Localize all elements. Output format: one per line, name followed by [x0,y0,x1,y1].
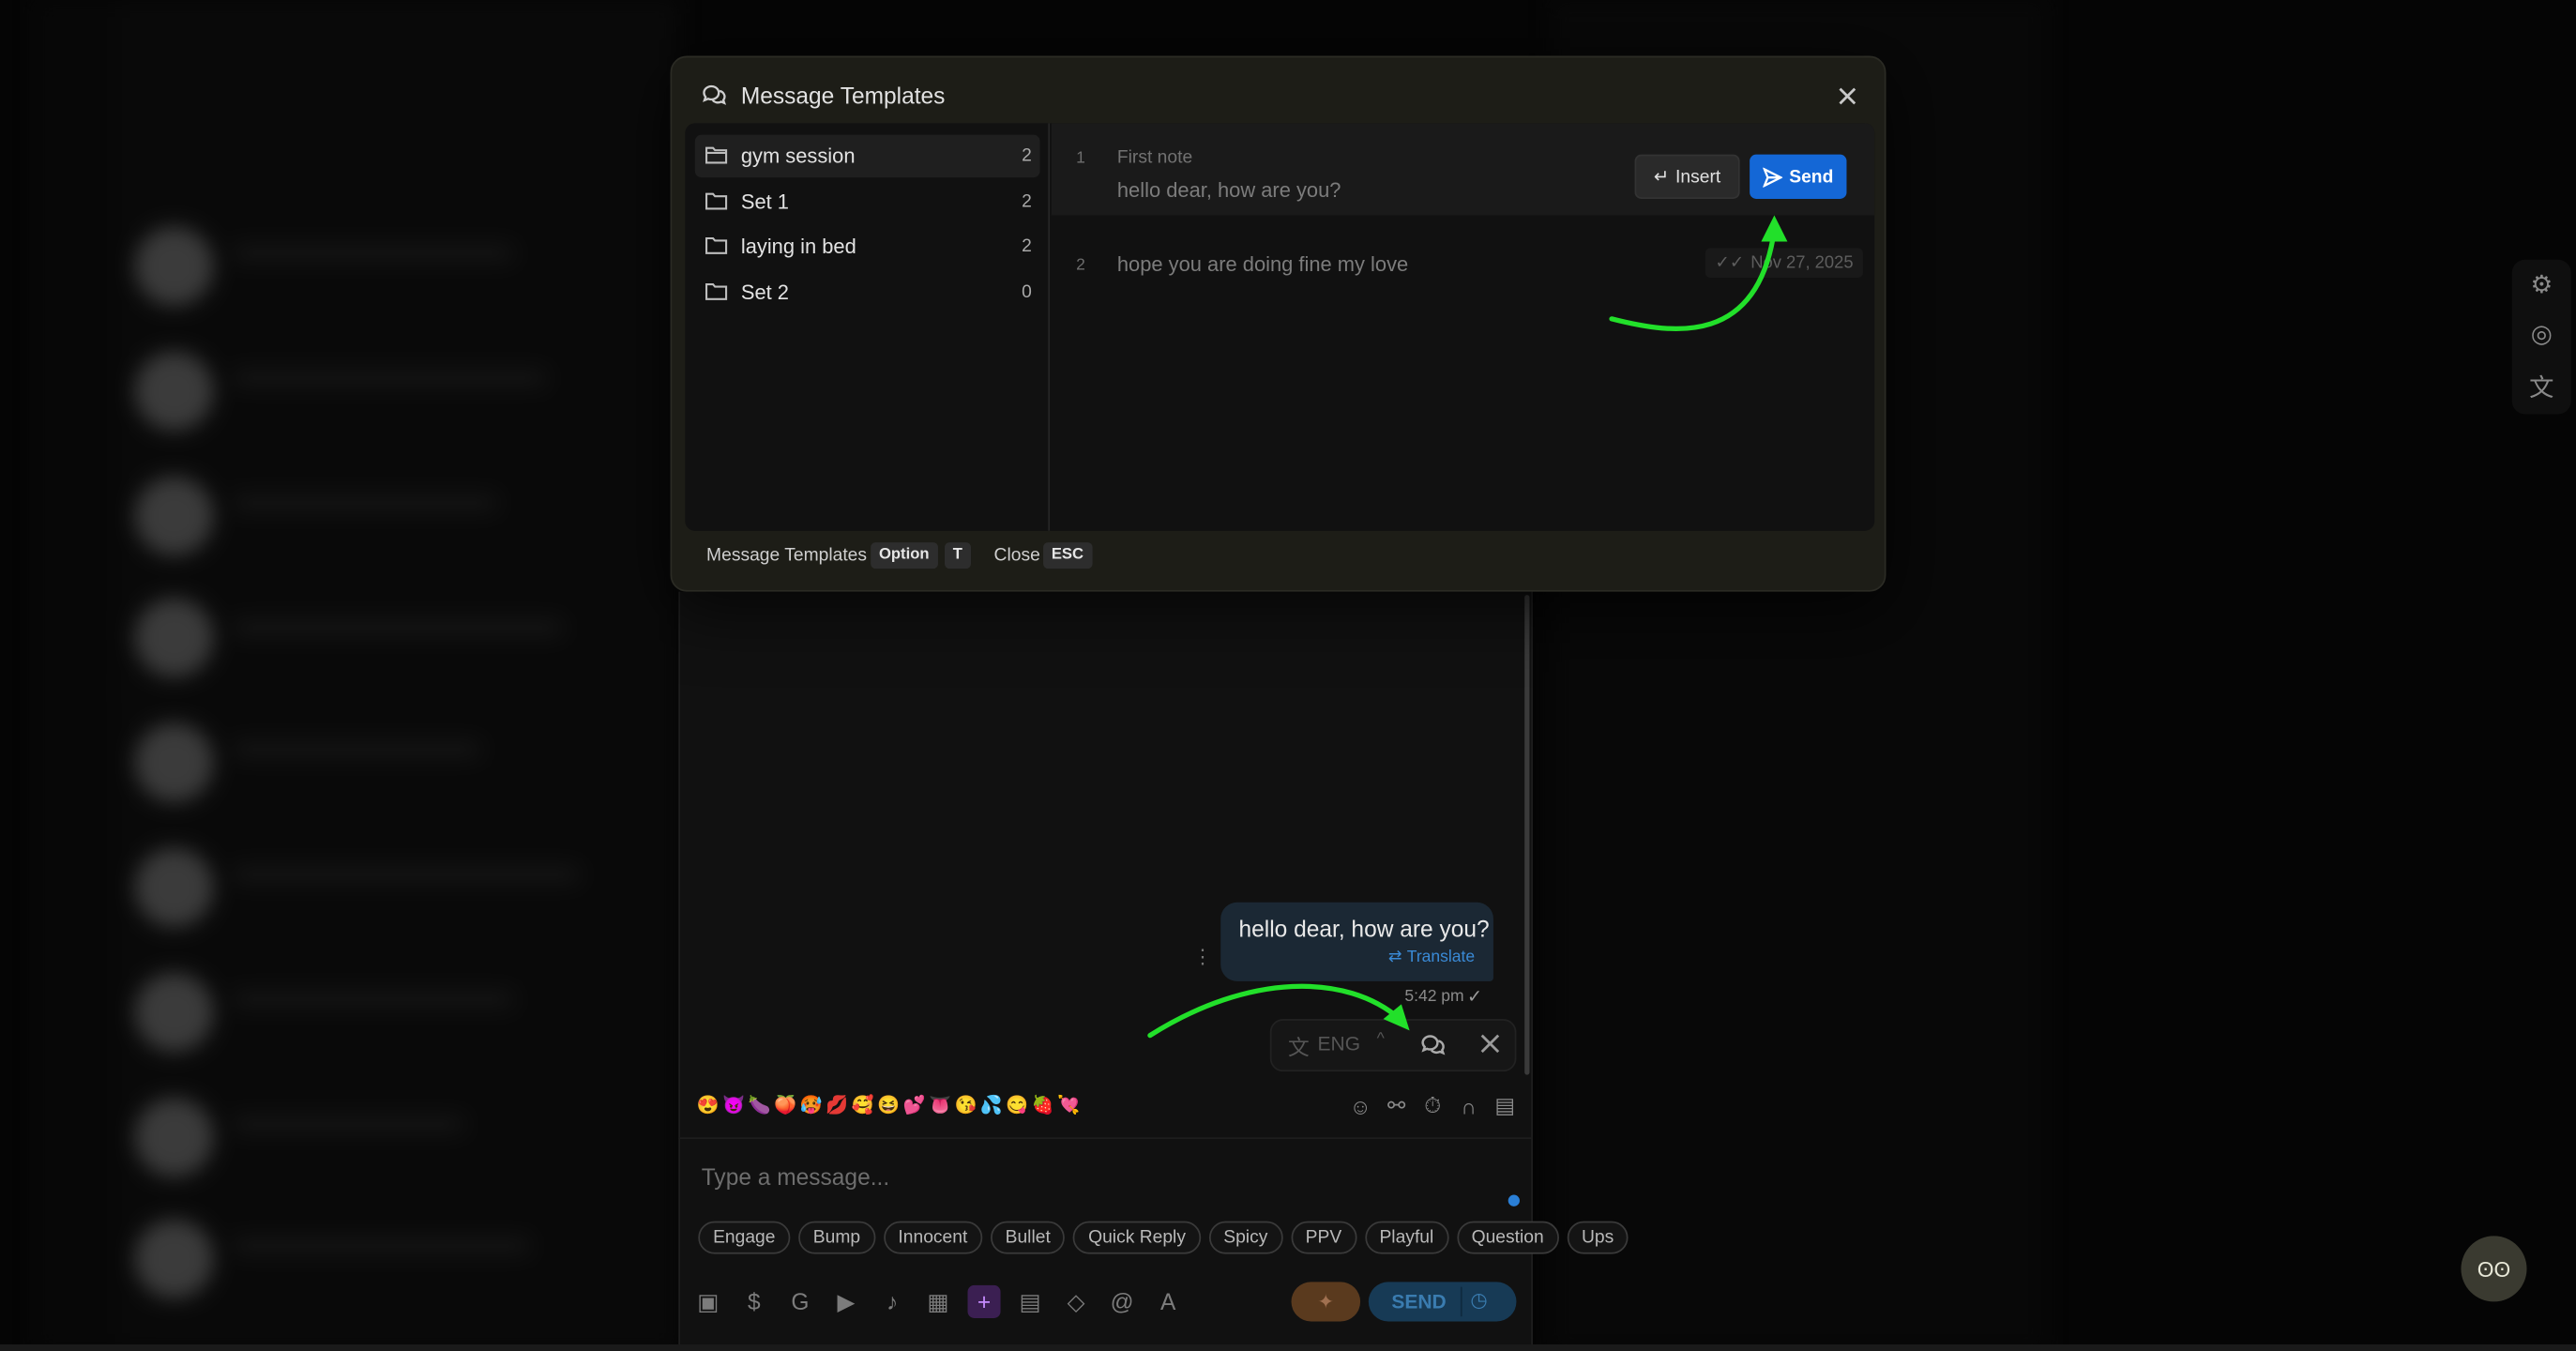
translate-link[interactable]: ⇄ Translate [1388,949,1475,966]
folder-count: 2 [1022,236,1032,257]
eye-off-icon[interactable]: ◎ [2531,320,2553,349]
chip-engage[interactable]: Engage [698,1221,791,1254]
modal-title: Message Templates [740,82,946,109]
chip-playful[interactable]: Playful [1364,1221,1449,1254]
schedule-icon[interactable]: ◷ [1470,1288,1487,1312]
send-divider [1460,1286,1462,1317]
language-value[interactable]: ENG [1318,1032,1361,1055]
folder-item-set-2[interactable]: Set 2 0 [695,271,1040,314]
calendar-icon[interactable]: ▤ [1014,1285,1047,1318]
template-list: 1 First note hello dear, how are you? ↵ … [1051,123,1875,530]
folder-name: laying in bed [740,235,856,259]
share-icon[interactable]: ⚯ [1384,1093,1410,1119]
close-icon[interactable] [1476,1029,1506,1059]
double-check-icon: ✓✓ [1715,252,1745,273]
chip-bullet[interactable]: Bullet [990,1221,1066,1254]
chip-spicy[interactable]: Spicy [1208,1221,1283,1254]
folder-list: gym session 2 Set 1 2 laying in bed 2 Se… [685,123,1051,531]
modal-body: gym session 2 Set 1 2 laying in bed 2 Se… [685,123,1875,531]
template-date-text: Nov 27, 2025 [1750,252,1854,273]
shortcut-key-t: T [944,542,971,569]
text-format-icon[interactable]: A [1152,1285,1185,1318]
folder-count: 0 [1022,282,1032,303]
gif-icon[interactable]: G [783,1285,816,1318]
message-menu-icon[interactable]: ⋮ [1192,945,1212,968]
folder-count: 2 [1022,191,1032,212]
notes-icon[interactable]: ▤ [1492,1093,1518,1119]
message-templates-icon[interactable] [1417,1029,1449,1062]
folder-icon [705,192,728,210]
headset-icon[interactable]: ∩ [1456,1093,1482,1119]
translate-icon: ⇄ [1387,948,1402,967]
template-date: ✓✓ Nov 27, 2025 [1705,248,1864,279]
translate-tool-icon[interactable]: 文 [2529,370,2553,404]
chip-bump[interactable]: Bump [798,1221,875,1254]
side-toolbar: ⚙ ◎ 文 [2511,259,2571,415]
microphone-icon[interactable]: ♪ [875,1285,908,1318]
send-icon [1763,166,1783,187]
video-icon[interactable]: ▶ [829,1285,862,1318]
message-templates-icon [703,84,727,105]
template-item-1[interactable]: 1 First note hello dear, how are you? ↵ … [1051,123,1875,216]
template-text: hello dear, how are you? [1116,178,1341,203]
modal-close-icon[interactable] [1832,81,1862,111]
folder-icon [705,236,728,254]
insert-label: Insert [1675,166,1721,187]
folder-item-gym-session[interactable]: gym session 2 [694,134,1040,178]
chip-ppv[interactable]: PPV [1290,1221,1356,1254]
folder-item-laying-in-bed[interactable]: laying in bed 2 [695,225,1040,268]
message-templates-modal: Message Templates gym session 2 Set 1 2 … [670,55,1887,592]
template-text: hope you are doing fine my love [1116,252,1409,277]
folder-icon [705,283,728,300]
mention-icon[interactable]: @ [1106,1285,1139,1318]
read-check-icon: ✓ [1466,987,1483,1008]
attachment-toolbar: ▣ $ G ▶ ♪ ▦ + ▤ ◇ @ A [691,1284,1185,1318]
chip-innocent[interactable]: Innocent [883,1221,983,1254]
send-template-button[interactable]: Send [1750,154,1847,199]
shortcut-close-label: Close [993,545,1040,566]
send-label: Send [1789,166,1834,187]
translate-label: Translate [1406,948,1476,967]
message-time: 5:42 pm [1404,987,1464,1007]
assistant-avatar[interactable]: ʘʘ [2461,1236,2527,1302]
shortcut-key-option: Option [871,542,938,569]
quick-reply-chips: Engage Bump Innocent Bullet Quick Reply … [698,1221,1629,1254]
modal-footer: Message Templates Option T Close ESC [672,538,1887,587]
timer-icon[interactable]: ⏱ [1419,1093,1446,1119]
return-icon: ↵ [1653,167,1670,188]
emoji-icon[interactable]: ☺ [1347,1093,1373,1119]
gear-icon[interactable]: ⚙ [2530,270,2553,299]
chip-quick-reply[interactable]: Quick Reply [1073,1221,1201,1254]
folder-open-icon [705,146,728,164]
shortcut-key-esc: ESC [1043,542,1092,569]
template-index: 1 [1076,149,1085,168]
image-icon[interactable]: ▣ [691,1285,724,1318]
folder-item-set-1[interactable]: Set 1 2 [695,181,1040,224]
vault-icon[interactable]: ▦ [921,1285,954,1318]
chat-scrollbar[interactable] [1524,595,1530,1075]
folder-count: 2 [1022,145,1032,166]
template-index: 2 [1076,256,1085,275]
insert-button[interactable]: ↵ Insert [1634,154,1740,199]
status-dot [1508,1194,1520,1207]
tag-icon[interactable]: ◇ [1060,1285,1093,1318]
message-input-placeholder: Type a message... [701,1163,890,1191]
ai-assist-button[interactable]: ✦ [1291,1282,1361,1322]
folder-name: Set 1 [740,190,789,214]
quick-emoji-row[interactable]: 😍😈🍆🍑🥵💋🥰😆💕👅😘💦😋🍓💘 [697,1095,1083,1116]
folder-name: gym session [740,144,856,168]
dollar-icon[interactable]: $ [737,1285,770,1318]
chip-question[interactable]: Question [1456,1221,1559,1254]
window-bottom-bar [0,1343,2576,1351]
chevron-up-icon[interactable]: ^ [1377,1030,1385,1048]
shortcut-templates-label: Message Templates [706,545,868,566]
media-add-icon[interactable]: + [967,1284,1001,1318]
folder-name: Set 2 [740,281,789,305]
template-label: First note [1116,147,1193,168]
send-message-label: SEND [1391,1290,1447,1313]
language-icon[interactable]: 文 [1288,1030,1310,1061]
message-text: hello dear, how are you? [1238,915,1490,942]
composer-tools: ☺ ⚯ ⏱ ∩ ▤ [1347,1093,1518,1119]
chip-ups[interactable]: Ups [1567,1221,1629,1254]
